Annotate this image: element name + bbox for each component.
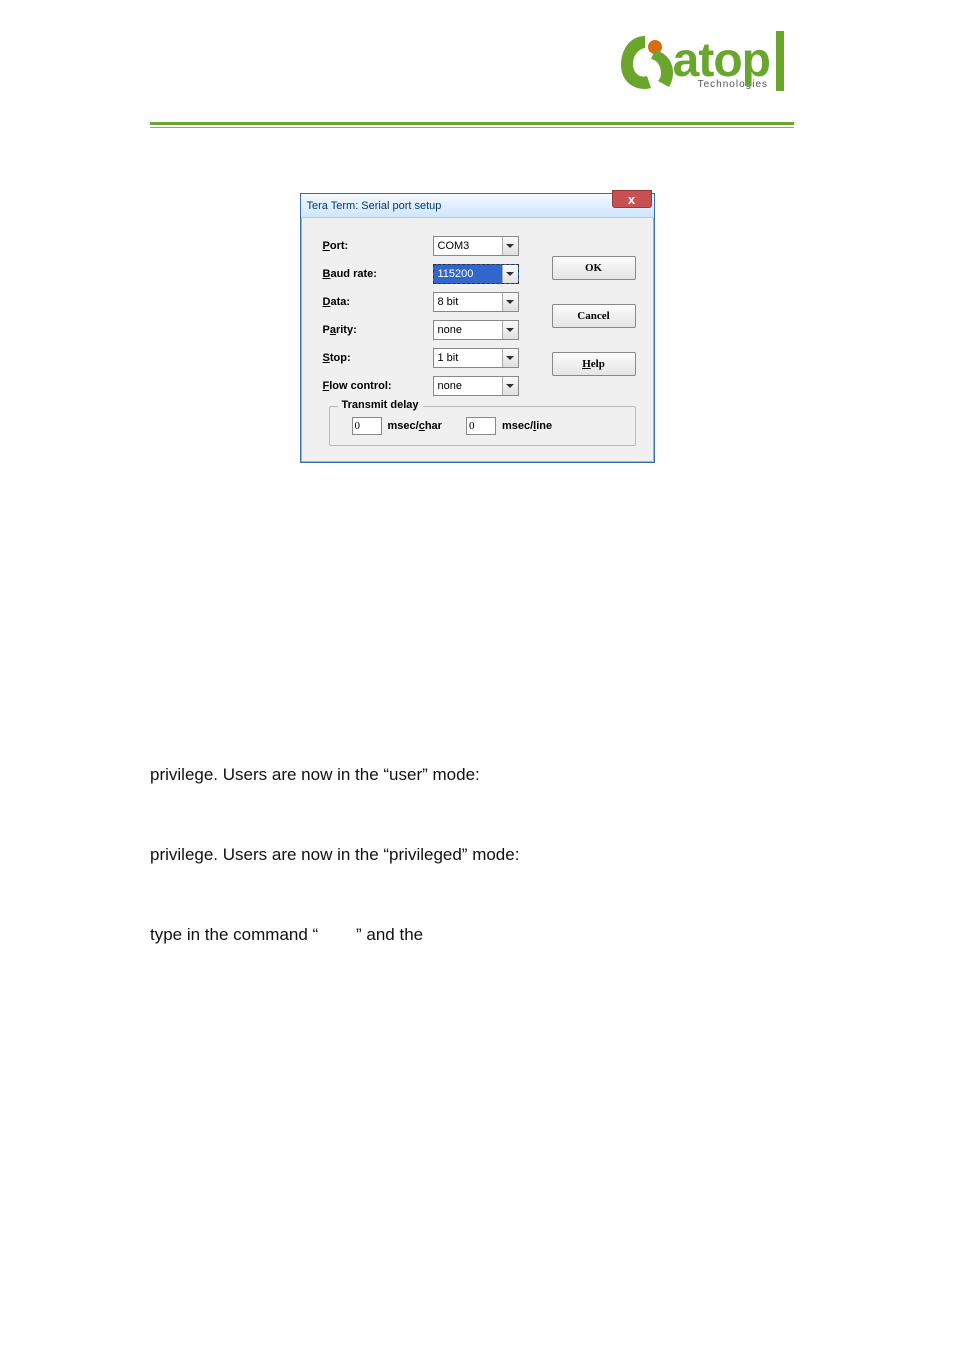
msec-line-label: msec/line <box>502 420 552 432</box>
chevron-down-icon[interactable] <box>502 237 518 255</box>
chevron-down-icon[interactable] <box>502 377 518 395</box>
data-combo[interactable]: 8 bit <box>433 292 519 312</box>
baud-label: Baud rate: <box>323 268 433 280</box>
data-label: Data: <box>323 296 433 308</box>
stop-combo[interactable]: 1 bit <box>433 348 519 368</box>
ok-button[interactable]: OK <box>552 256 636 280</box>
msec-char-input[interactable] <box>352 417 382 435</box>
chevron-down-icon[interactable] <box>502 321 518 339</box>
dialog-title: Tera Term: Serial port setup <box>307 200 442 212</box>
logo-mark-icon <box>617 31 673 91</box>
baud-combo[interactable]: 115200 <box>433 264 519 284</box>
close-icon: x <box>628 193 635 206</box>
transmit-delay-group: Transmit delay msec/char msec/line <box>329 406 636 446</box>
logo: atop Technologies <box>617 31 784 91</box>
flow-label: Flow control: <box>323 380 433 392</box>
logo-bar <box>776 31 784 91</box>
parity-label: Parity: <box>323 324 433 336</box>
serial-port-setup-dialog: Tera Term: Serial port setup x OK Cancel… <box>300 193 655 463</box>
flow-combo[interactable]: none <box>433 376 519 396</box>
help-button[interactable]: Help <box>552 352 636 376</box>
msec-line-input[interactable] <box>466 417 496 435</box>
chevron-down-icon[interactable] <box>502 265 518 283</box>
parity-combo[interactable]: none <box>433 320 519 340</box>
header-divider-thick <box>150 122 794 125</box>
cancel-button[interactable]: Cancel <box>552 304 636 328</box>
dialog-titlebar[interactable]: Tera Term: Serial port setup x <box>301 194 654 218</box>
port-combo[interactable]: COM3 <box>433 236 519 256</box>
stop-label: Stop: <box>323 352 433 364</box>
logo-text: atop <box>673 34 770 87</box>
logo-text-block: atop Technologies <box>673 33 770 90</box>
body-text: privilege. Users are now in the “user” m… <box>150 763 800 946</box>
body-line-3: type in the command “ ” and the <box>150 923 800 947</box>
body-line-1: privilege. Users are now in the “user” m… <box>150 763 800 787</box>
page-header: atop Technologies <box>0 0 954 122</box>
chevron-down-icon[interactable] <box>502 293 518 311</box>
close-button[interactable]: x <box>612 190 652 208</box>
header-divider-thin <box>150 127 794 128</box>
transmit-delay-legend: Transmit delay <box>338 399 423 411</box>
body-line-2: privilege. Users are now in the “privile… <box>150 843 800 867</box>
port-label: Port: <box>323 240 433 252</box>
chevron-down-icon[interactable] <box>502 349 518 367</box>
msec-char-label: msec/char <box>388 420 442 432</box>
